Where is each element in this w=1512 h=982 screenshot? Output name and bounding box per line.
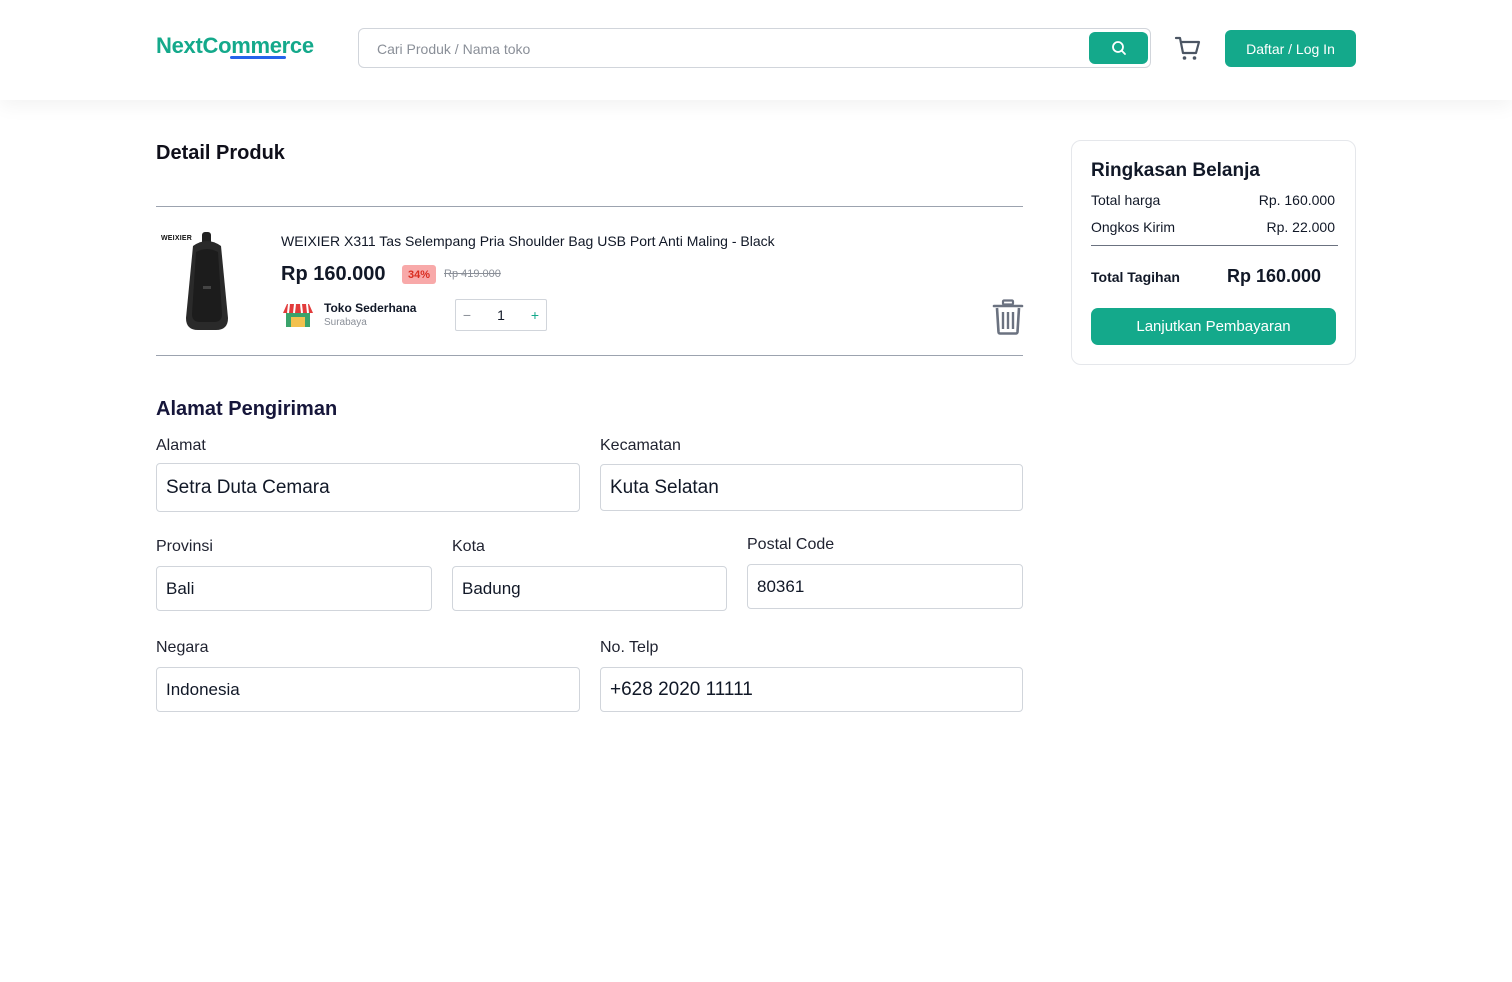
store-name[interactable]: Toko Sederhana — [324, 301, 416, 315]
product-image[interactable] — [156, 226, 258, 336]
address-section-title: Alamat Pengiriman — [156, 398, 338, 420]
quantity-stepper: − 1 + — [455, 299, 547, 331]
telp-label: No. Telp — [600, 639, 659, 656]
divider — [1091, 245, 1338, 246]
provinsi-input[interactable] — [156, 566, 432, 611]
negara-label: Negara — [156, 639, 209, 656]
store-city: Surabaya — [324, 317, 367, 328]
old-price: Rp 419.000 — [444, 268, 501, 280]
quantity-value[interactable]: 1 — [478, 307, 524, 323]
ongkir-value: Rp. 22.000 — [1266, 219, 1336, 235]
telp-input[interactable] — [600, 667, 1023, 712]
ongkir-label: Ongkos Kirim — [1091, 219, 1176, 235]
total-harga-label: Total harga — [1091, 192, 1161, 208]
total-tagihan-label: Total Tagihan — [1091, 269, 1180, 285]
provinsi-label: Provinsi — [156, 538, 213, 555]
product-section-title: Detail Produk — [156, 142, 285, 164]
trash-icon[interactable] — [992, 299, 1024, 335]
logo-text: NextCommerce — [156, 33, 314, 58]
negara-input[interactable] — [156, 667, 580, 712]
store-icon — [283, 303, 313, 327]
logo[interactable]: NextCommerce — [156, 33, 314, 59]
decrease-quantity-button[interactable]: − — [456, 300, 478, 330]
checkout-button[interactable]: Lanjutkan Pembayaran — [1091, 308, 1336, 345]
order-summary-card: Ringkasan Belanja Total harga Rp. 160.00… — [1071, 140, 1356, 365]
divider — [156, 355, 1023, 356]
total-tagihan-value: Rp 160.000 — [1227, 266, 1322, 286]
divider — [156, 206, 1023, 207]
cart-icon[interactable] — [1174, 34, 1202, 62]
summary-title: Ringkasan Belanja — [1091, 160, 1260, 181]
product-price: Rp 160.000 — [281, 263, 386, 285]
kota-label: Kota — [452, 538, 485, 555]
login-button[interactable]: Daftar / Log In — [1225, 30, 1356, 67]
alamat-label: Alamat — [156, 437, 206, 454]
search-input[interactable] — [377, 38, 1077, 60]
postal-code-input[interactable] — [747, 564, 1023, 609]
alamat-input[interactable] — [156, 463, 580, 512]
search-bar — [358, 28, 1151, 68]
search-icon — [1111, 41, 1126, 55]
kecamatan-label: Kecamatan — [600, 437, 681, 454]
search-button[interactable] — [1089, 32, 1148, 64]
kota-input[interactable] — [452, 566, 727, 611]
total-harga-value: Rp. 160.000 — [1258, 192, 1335, 208]
product-name[interactable]: WEIXIER X311 Tas Selempang Pria Shoulder… — [281, 233, 775, 249]
kecamatan-input[interactable] — [600, 464, 1023, 511]
postal-code-label: Postal Code — [747, 536, 835, 553]
product-brand: WEIXIER — [161, 235, 192, 242]
top-header: NextCommerce Daftar / Log In — [0, 0, 1512, 100]
discount-badge: 34% — [402, 265, 436, 284]
logo-underline — [230, 56, 286, 59]
increase-quantity-button[interactable]: + — [524, 300, 546, 330]
